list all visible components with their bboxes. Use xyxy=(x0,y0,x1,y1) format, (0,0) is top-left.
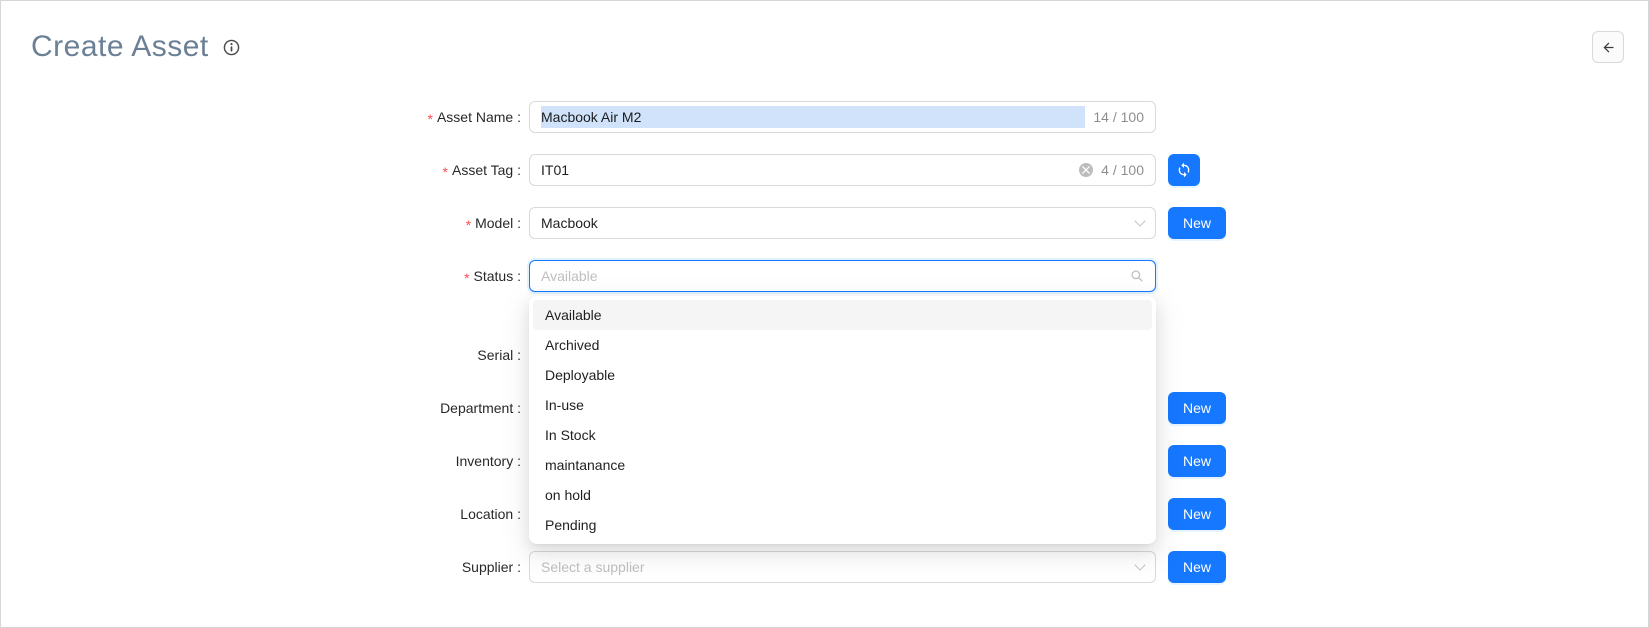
status-option-on-hold[interactable]: on hold xyxy=(533,480,1152,510)
status-label-text: Status : xyxy=(474,268,521,284)
inventory-label: Inventory : xyxy=(1,453,521,469)
model-label: * Model : xyxy=(1,215,521,232)
chevron-down-icon xyxy=(1134,215,1145,226)
status-option-in-use[interactable]: In-use xyxy=(533,390,1152,420)
sync-icon xyxy=(1176,162,1192,178)
asset-tag-input[interactable]: IT01 4 / 100 xyxy=(529,154,1156,186)
asset-name-input[interactable]: Macbook Air M2 14 / 100 xyxy=(529,101,1156,133)
supplier-placeholder: Select a supplier xyxy=(541,559,1128,575)
status-select[interactable]: Available xyxy=(529,260,1156,292)
back-button[interactable] xyxy=(1592,31,1624,63)
asset-name-label: * Asset Name : xyxy=(1,109,521,126)
status-label: * Status : xyxy=(1,268,521,285)
new-department-button[interactable]: New xyxy=(1168,392,1226,424)
asset-tag-char-counter: 4 / 100 xyxy=(1101,162,1144,178)
page-title: Create Asset xyxy=(31,30,209,64)
status-option-pending[interactable]: Pending xyxy=(533,510,1152,540)
supplier-select[interactable]: Select a supplier xyxy=(529,551,1156,583)
selected-text-highlight: Macbook Air M2 xyxy=(541,106,1085,128)
asset-tag-label-text: Asset Tag : xyxy=(452,162,521,178)
asset-name-row: * Asset Name : Macbook Air M2 14 / 100 xyxy=(1,101,1648,133)
status-option-in-stock[interactable]: In Stock xyxy=(533,420,1152,450)
model-value: Macbook xyxy=(541,215,1128,231)
arrow-left-icon xyxy=(1601,40,1616,55)
search-icon xyxy=(1130,269,1144,283)
required-mark: * xyxy=(464,268,469,285)
supplier-label-text: Supplier : xyxy=(462,559,521,575)
model-label-text: Model : xyxy=(475,215,521,231)
page-header: Create Asset xyxy=(1,1,1648,65)
location-label-text: Location : xyxy=(460,506,521,522)
required-mark: * xyxy=(443,162,448,179)
status-option-maintanance[interactable]: maintanance xyxy=(533,450,1152,480)
asset-tag-label: * Asset Tag : xyxy=(1,162,521,179)
clear-icon[interactable] xyxy=(1079,163,1093,177)
status-placeholder: Available xyxy=(541,268,1122,284)
serial-label-text: Serial : xyxy=(477,347,521,363)
asset-name-char-counter: 14 / 100 xyxy=(1093,109,1144,125)
create-asset-page: { "header": { "title": "Create Asset" },… xyxy=(0,0,1649,628)
department-label: Department : xyxy=(1,400,521,416)
new-location-button[interactable]: New xyxy=(1168,498,1226,530)
info-icon[interactable] xyxy=(223,39,240,56)
create-asset-form: * Asset Name : Macbook Air M2 14 / 100 *… xyxy=(1,101,1648,583)
department-label-text: Department : xyxy=(440,400,521,416)
supplier-label: Supplier : xyxy=(1,559,521,575)
location-label: Location : xyxy=(1,506,521,522)
asset-tag-row: * Asset Tag : IT01 4 / 100 xyxy=(1,154,1648,186)
status-option-available[interactable]: Available xyxy=(533,300,1152,330)
required-mark: * xyxy=(428,109,433,126)
serial-label: Serial : xyxy=(1,347,521,363)
inventory-label-text: Inventory : xyxy=(456,453,521,469)
supplier-row: Supplier : Select a supplier New xyxy=(1,551,1648,583)
asset-name-value: Macbook Air M2 xyxy=(541,109,641,125)
model-select[interactable]: Macbook xyxy=(529,207,1156,239)
model-row: * Model : Macbook New xyxy=(1,207,1648,239)
asset-tag-value: IT01 xyxy=(541,162,1071,178)
generate-tag-button[interactable] xyxy=(1168,154,1200,186)
chevron-down-icon xyxy=(1134,559,1145,570)
required-mark: * xyxy=(466,215,471,232)
status-option-deployable[interactable]: Deployable xyxy=(533,360,1152,390)
status-dropdown: Available Archived Deployable In-use In … xyxy=(529,296,1156,544)
asset-name-label-text: Asset Name : xyxy=(437,109,521,125)
status-row: * Status : Available xyxy=(1,260,1648,292)
new-inventory-button[interactable]: New xyxy=(1168,445,1226,477)
new-supplier-button[interactable]: New xyxy=(1168,551,1226,583)
status-option-archived[interactable]: Archived xyxy=(533,330,1152,360)
new-model-button[interactable]: New xyxy=(1168,207,1226,239)
